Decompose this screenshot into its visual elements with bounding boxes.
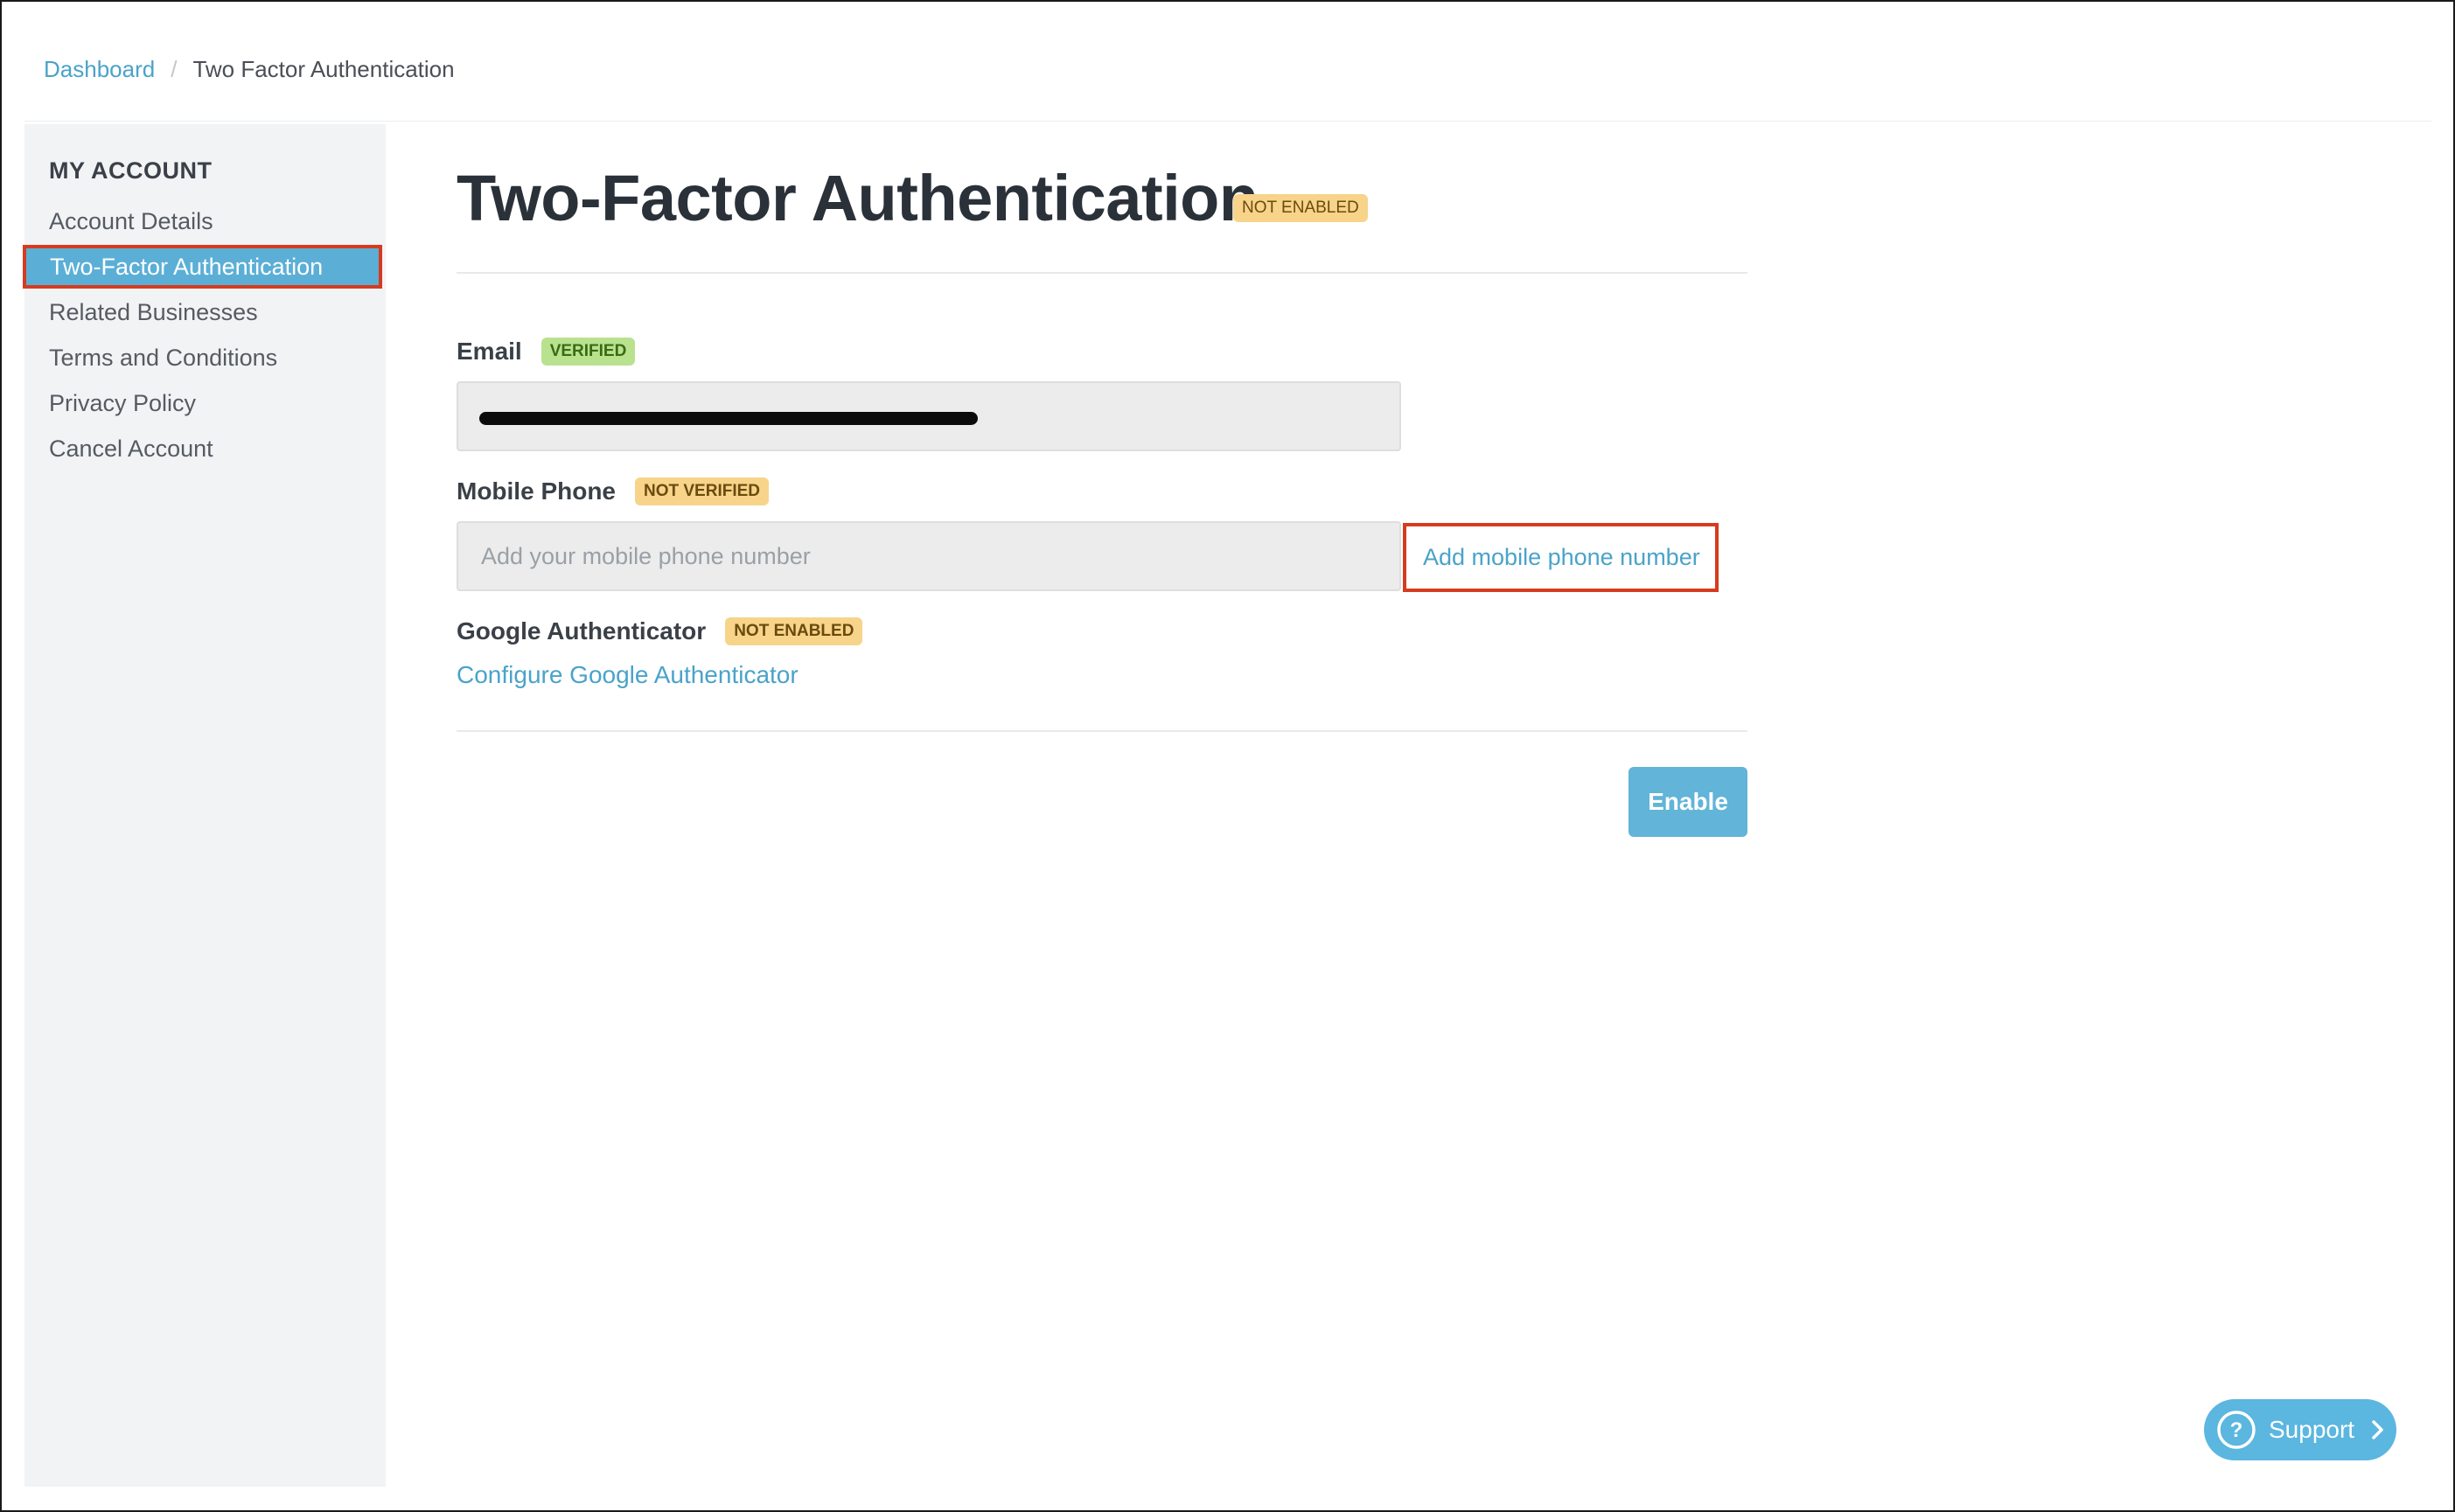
add-mobile-phone-link[interactable]: Add mobile phone number bbox=[1403, 523, 1719, 592]
mobile-phone-field-label: Mobile Phone NOT VERIFIED bbox=[457, 477, 770, 505]
google-authenticator-field-label: Google Authenticator NOT ENABLED bbox=[457, 617, 863, 645]
mobile-phone-input[interactable]: Add your mobile phone number bbox=[457, 521, 1401, 591]
sidebar-item-terms-and-conditions[interactable]: Terms and Conditions bbox=[49, 345, 277, 372]
email-label: Email bbox=[457, 338, 522, 365]
breadcrumb-separator: / bbox=[171, 56, 178, 82]
breadcrumb-dashboard-link[interactable]: Dashboard bbox=[44, 56, 155, 83]
mobile-phone-label: Mobile Phone bbox=[457, 477, 616, 505]
breadcrumb: Dashboard / Two Factor Authentication bbox=[44, 56, 455, 83]
email-redaction-bar bbox=[479, 412, 978, 425]
sidebar-item-account-details[interactable]: Account Details bbox=[49, 208, 213, 235]
mobile-phone-status-badge: NOT VERIFIED bbox=[635, 477, 770, 505]
sidebar-heading: MY ACCOUNT bbox=[49, 157, 213, 184]
chevron-right-icon bbox=[2372, 1420, 2383, 1439]
enable-button[interactable]: Enable bbox=[1629, 767, 1747, 837]
google-authenticator-status-badge: NOT ENABLED bbox=[725, 617, 863, 645]
two-factor-status-badge: NOT ENABLED bbox=[1233, 194, 1368, 222]
sidebar-item-related-businesses[interactable]: Related Businesses bbox=[49, 299, 258, 326]
support-button[interactable]: ? Support bbox=[2204, 1399, 2396, 1460]
email-field-label: Email VERIFIED bbox=[457, 338, 636, 366]
page-title: Two-Factor Authentication bbox=[457, 162, 1259, 234]
sidebar-item-cancel-account[interactable]: Cancel Account bbox=[49, 435, 213, 463]
configure-google-authenticator-link[interactable]: Configure Google Authenticator bbox=[457, 661, 799, 689]
svg-text:?: ? bbox=[2230, 1418, 2243, 1442]
form-divider bbox=[457, 730, 1747, 732]
sidebar-item-privacy-policy[interactable]: Privacy Policy bbox=[49, 390, 196, 417]
breadcrumb-current: Two Factor Authentication bbox=[192, 56, 455, 82]
title-divider bbox=[457, 272, 1747, 274]
question-circle-icon: ? bbox=[2217, 1411, 2256, 1449]
google-authenticator-label: Google Authenticator bbox=[457, 617, 707, 645]
support-label: Support bbox=[2269, 1416, 2355, 1443]
email-verified-badge: VERIFIED bbox=[541, 338, 636, 366]
sidebar-item-two-factor-authentication[interactable]: Two-Factor Authentication bbox=[23, 245, 382, 289]
sidebar: MY ACCOUNT Account Details Two-Factor Au… bbox=[23, 124, 386, 1487]
email-field[interactable] bbox=[457, 381, 1401, 451]
header-divider bbox=[24, 121, 2431, 122]
